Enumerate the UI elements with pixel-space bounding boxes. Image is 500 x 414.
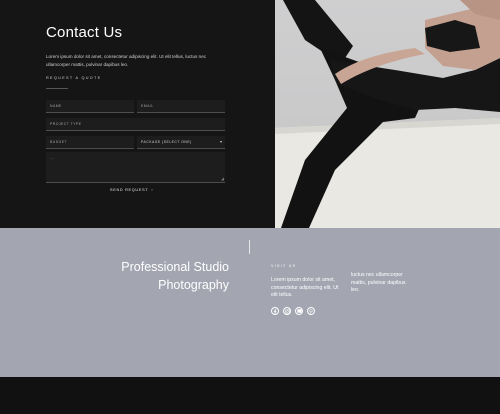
contact-heading: Contact Us (46, 24, 123, 41)
hero-photo (275, 0, 500, 228)
subheading-divider (46, 88, 68, 89)
message-placeholder: … (50, 156, 54, 160)
visit-us-label: VISIT US (271, 264, 297, 268)
social-links (271, 307, 315, 315)
page: Contact Us Lorem ipsum dolor sit amet, c… (0, 0, 500, 414)
email-field[interactable]: EMAIL (137, 100, 225, 113)
project-type-placeholder: PROJECT TYPE (50, 122, 82, 126)
budget-field[interactable]: BUDGET (46, 136, 134, 149)
studio-title: Professional Studio Photography (121, 260, 229, 292)
send-request-button[interactable]: SEND REQUEST › (110, 188, 153, 192)
address-text-secondary: luctus nec ullamcorper mattis, pulvinar … (351, 272, 406, 293)
package-select[interactable]: PACKAGE (SELECT ONE) ▾ (137, 136, 225, 149)
budget-placeholder: BUDGET (50, 140, 68, 144)
package-selected-value: PACKAGE (SELECT ONE) (141, 140, 192, 144)
facebook-icon[interactable] (271, 307, 279, 315)
chevron-right-icon: › (151, 188, 154, 192)
email-placeholder: EMAIL (141, 104, 154, 108)
project-type-field[interactable]: PROJECT TYPE (46, 118, 225, 131)
twitter-icon[interactable] (295, 307, 303, 315)
instagram-icon[interactable] (283, 307, 291, 315)
name-field[interactable]: NAME (46, 100, 134, 113)
request-quote-heading: REQUEST A QUOTE (46, 76, 102, 80)
chevron-down-icon: ▾ (219, 139, 222, 144)
name-placeholder: NAME (50, 104, 62, 108)
contact-intro: Lorem ipsum dolor sit amet, consectetur … (46, 54, 207, 67)
bottom-bar (0, 377, 500, 414)
model-photo-illustration (275, 0, 500, 228)
footer-divider (249, 240, 250, 254)
resize-handle-icon[interactable]: ◢ (221, 176, 224, 181)
send-request-label: SEND REQUEST (110, 188, 149, 192)
pinterest-icon[interactable] (307, 307, 315, 315)
address-text: Lorem ipsum dolor sit amet, consectetur … (271, 277, 339, 298)
contact-section: Contact Us Lorem ipsum dolor sit amet, c… (0, 0, 275, 228)
message-textarea[interactable]: … ◢ (46, 152, 225, 183)
footer: Professional Studio Photography VISIT US… (0, 228, 500, 377)
